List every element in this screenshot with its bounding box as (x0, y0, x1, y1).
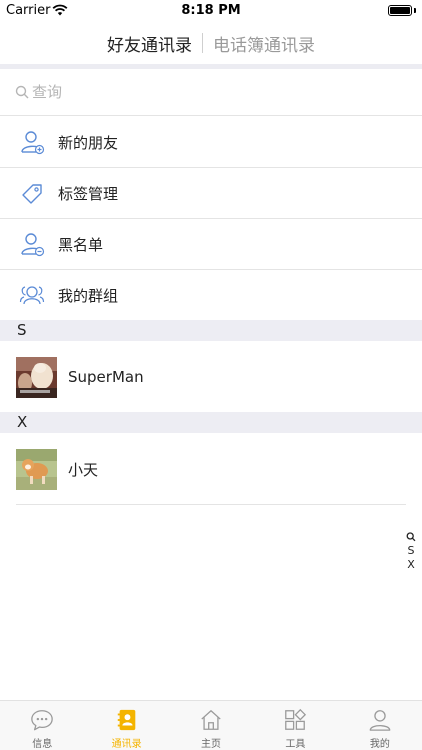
battery-icon (388, 5, 412, 16)
tab-label: 我的 (369, 739, 390, 750)
menu-item-my-groups[interactable]: 我的群组 (0, 270, 422, 321)
tab-friends-contacts[interactable]: 好友通讯录 (97, 31, 202, 56)
avatar (16, 448, 57, 490)
status-bar: Carrier 8:18 PM (0, 0, 422, 22)
section-header-s: S (0, 320, 422, 341)
group-icon (19, 282, 45, 308)
home-icon (201, 710, 221, 730)
tab-home[interactable]: 主页 (169, 701, 253, 750)
alphabet-index[interactable]: S X (404, 530, 418, 572)
index-letter-s[interactable]: S (408, 544, 415, 558)
contacts-nav: 好友通讯录 电话簿通讯录 (0, 22, 422, 64)
menu-label: 黑名单 (58, 235, 104, 254)
section-header-x: X (0, 412, 422, 433)
profile-icon (369, 710, 391, 731)
tab-label: 通讯录 (111, 739, 142, 750)
contact-row[interactable]: SuperMan (0, 341, 422, 413)
row-divider (16, 504, 406, 505)
tab-messages[interactable]: 信息 (0, 701, 84, 750)
tab-phonebook-contacts[interactable]: 电话簿通讯录 (203, 31, 325, 56)
tools-icon (285, 708, 307, 730)
menu-item-blacklist[interactable]: 黑名单 (0, 219, 422, 270)
menu-label: 标签管理 (58, 184, 119, 203)
tab-label: 工具 (285, 739, 306, 750)
tab-label: 信息 (32, 739, 53, 750)
blocked-user-icon (19, 231, 45, 257)
tab-profile[interactable]: 我的 (338, 701, 422, 750)
search-bar (0, 69, 422, 116)
contact-name: 小天 (68, 460, 99, 479)
contact-name: SuperMan (68, 368, 144, 386)
contacts-icon (117, 709, 135, 731)
tag-icon (19, 180, 45, 206)
clock: 8:18 PM (181, 3, 241, 18)
menu-item-new-friends[interactable]: 新的朋友 (0, 117, 422, 168)
search-input[interactable] (32, 83, 412, 101)
menu-item-tag-management[interactable]: 标签管理 (0, 168, 422, 219)
avatar (16, 356, 57, 398)
chat-icon (31, 710, 54, 731)
tab-contacts[interactable]: 通讯录 (84, 701, 168, 750)
menu-label: 新的朋友 (58, 133, 119, 152)
add-user-icon (19, 129, 45, 155)
contact-row[interactable]: 小天 (0, 433, 422, 505)
menu-label: 我的群组 (58, 286, 119, 305)
search-icon[interactable] (406, 530, 416, 544)
tab-label: 主页 (201, 739, 222, 750)
tab-bar: 信息 通讯录 主页 工具 我的 (0, 700, 422, 750)
tab-tools[interactable]: 工具 (253, 701, 337, 750)
search-icon (15, 85, 29, 99)
index-letter-x[interactable]: X (407, 558, 415, 572)
battery-cap (414, 8, 416, 13)
